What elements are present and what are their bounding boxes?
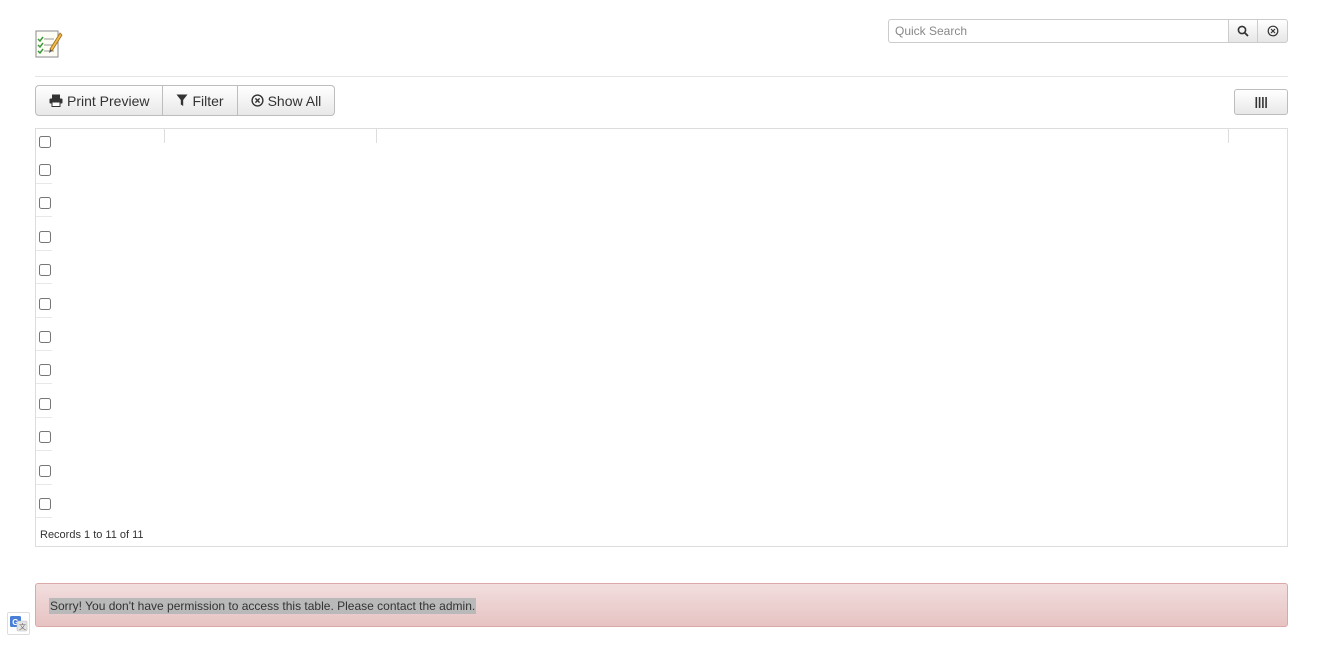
toolbar: Print Preview Filter Show All bbox=[35, 85, 336, 116]
print-preview-button[interactable]: Print Preview bbox=[35, 85, 164, 116]
column-divider[interactable] bbox=[164, 129, 165, 143]
row-separator bbox=[36, 350, 52, 351]
quick-search bbox=[888, 19, 1288, 43]
row-separator bbox=[36, 183, 52, 184]
row-separator bbox=[36, 517, 52, 518]
grid-header bbox=[36, 129, 1287, 143]
records-grid: Records 1 to 11 of 11 bbox=[35, 128, 1288, 547]
printer-icon bbox=[49, 94, 63, 107]
column-divider[interactable] bbox=[376, 129, 377, 143]
row-separator bbox=[36, 249, 52, 251]
row-checkbox[interactable] bbox=[39, 397, 51, 410]
alert-message: Sorry! You don't have permission to acce… bbox=[49, 598, 477, 614]
filter-label: Filter bbox=[192, 92, 224, 109]
row-separator bbox=[36, 483, 52, 485]
quick-search-input[interactable] bbox=[888, 19, 1229, 43]
show-all-label: Show All bbox=[267, 92, 322, 109]
row-separator bbox=[36, 216, 52, 218]
row-checkbox[interactable] bbox=[39, 431, 51, 444]
row-separator bbox=[36, 383, 52, 385]
close-circle-icon bbox=[250, 94, 264, 107]
permission-alert: Sorry! You don't have permission to acce… bbox=[35, 583, 1288, 627]
translate-icon: G 文 bbox=[10, 616, 28, 632]
columns-icon bbox=[1255, 96, 1267, 108]
row-checkbox[interactable] bbox=[39, 264, 51, 277]
row-checkbox[interactable] bbox=[39, 297, 51, 310]
header-divider bbox=[35, 76, 1288, 77]
row-separator bbox=[36, 316, 52, 318]
clear-circle-icon bbox=[1267, 25, 1278, 37]
clear-search-button[interactable] bbox=[1258, 19, 1288, 43]
row-checkbox[interactable] bbox=[39, 331, 51, 343]
print-preview-label: Print Preview bbox=[67, 92, 150, 109]
filter-button[interactable]: Filter bbox=[163, 85, 238, 116]
row-separator bbox=[36, 283, 52, 285]
row-checkbox[interactable] bbox=[39, 197, 51, 210]
row-separator bbox=[36, 450, 52, 452]
row-checkbox[interactable] bbox=[39, 464, 51, 477]
row-checkbox[interactable] bbox=[39, 164, 51, 176]
row-separator bbox=[36, 416, 52, 418]
column-divider[interactable] bbox=[1228, 129, 1229, 143]
row-checkbox[interactable] bbox=[39, 364, 51, 377]
column-chooser-button[interactable] bbox=[1234, 89, 1288, 115]
filter-icon bbox=[176, 94, 188, 106]
select-all-checkbox[interactable] bbox=[39, 136, 51, 148]
row-checkbox[interactable] bbox=[39, 230, 51, 243]
translate-widget[interactable]: G 文 bbox=[7, 612, 30, 635]
svg-text:文: 文 bbox=[19, 622, 26, 631]
logo-icon bbox=[35, 29, 63, 59]
records-count: Records 1 to 11 of 11 bbox=[40, 529, 144, 541]
row-checkbox[interactable] bbox=[39, 498, 51, 510]
search-button[interactable] bbox=[1228, 19, 1259, 43]
show-all-button[interactable]: Show All bbox=[237, 85, 336, 116]
search-icon bbox=[1237, 25, 1249, 37]
